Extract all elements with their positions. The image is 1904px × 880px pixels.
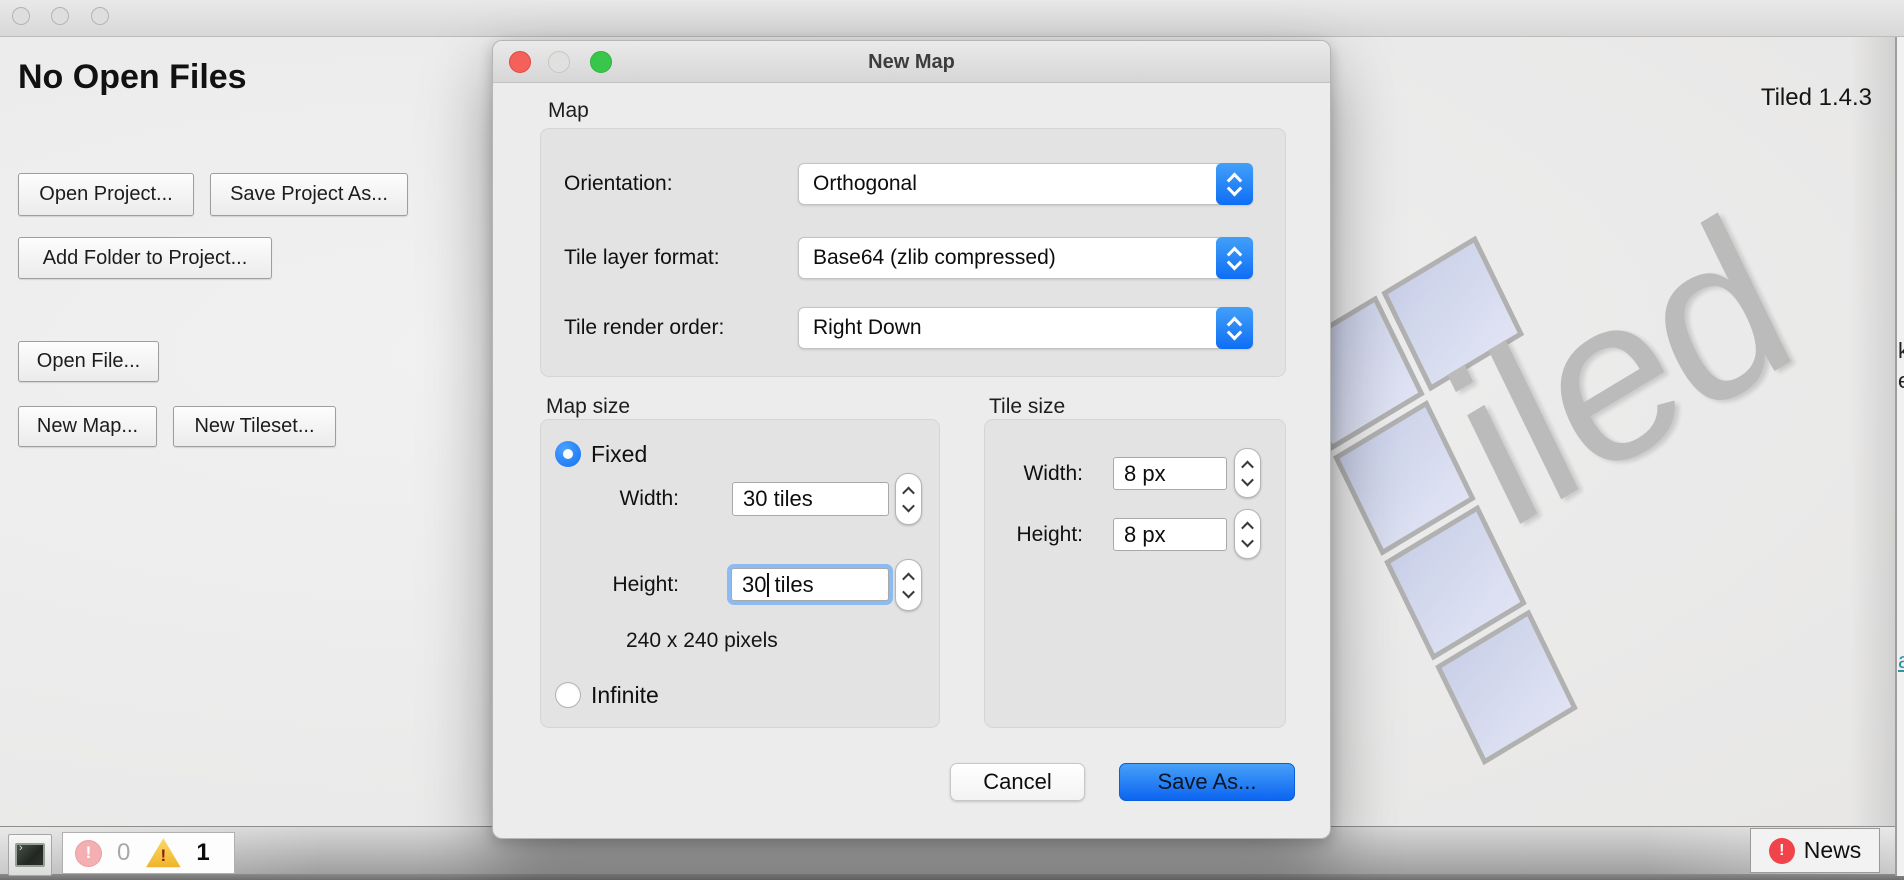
map-pixel-size-text: 240 x 240 pixels (626, 629, 778, 653)
warning-triangle-icon: ! (145, 838, 181, 869)
watermark-text: iled (1423, 182, 1817, 564)
dialog-zoom-icon[interactable] (590, 51, 612, 73)
map-height-focus-ring: 30 tiles (727, 564, 893, 605)
dialog-title: New Map (493, 41, 1330, 83)
warning-count: 1 (196, 839, 209, 867)
dialog-close-icon[interactable] (509, 51, 531, 73)
combo-stepper-icon[interactable] (1216, 163, 1253, 205)
fixed-radio-label: Fixed (591, 441, 647, 468)
new-map-dialog: New Map Map Orientation: Orthogonal Tile… (492, 40, 1331, 839)
add-folder-to-project-button[interactable]: Add Folder to Project... (18, 237, 272, 279)
tile-width-input[interactable]: 8 px (1113, 457, 1227, 490)
tile-render-order-select[interactable]: Right Down (798, 307, 1253, 349)
clipped-link-fragment: a (1898, 648, 1904, 674)
map-height-stepper[interactable] (895, 559, 922, 611)
window-edge-shading (1850, 37, 1896, 826)
combo-stepper-icon[interactable] (1216, 307, 1253, 349)
map-width-input[interactable]: 30 tiles (732, 482, 889, 516)
tile-size-group-label: Tile size (989, 395, 1065, 419)
map-size-group-label: Map size (546, 395, 630, 419)
radio-infinite[interactable] (555, 682, 581, 708)
orientation-label: Orientation: (564, 163, 673, 205)
text-cursor (767, 573, 769, 597)
terminal-icon (15, 843, 45, 867)
tile-height-label: Height: (983, 518, 1083, 551)
new-tileset-button[interactable]: New Tileset... (173, 406, 336, 447)
error-count: 0 (117, 839, 130, 867)
main-window-titlebar (0, 0, 1904, 37)
news-button[interactable]: ! News (1750, 828, 1880, 873)
orientation-select[interactable]: Orthogonal (798, 163, 1253, 205)
tile-height-stepper[interactable] (1234, 509, 1261, 559)
infinite-radio-label: Infinite (591, 682, 659, 709)
stepper-down-icon (902, 499, 915, 512)
save-as-button[interactable]: Save As... (1119, 763, 1295, 801)
clipped-text-fragment: e (1898, 368, 1904, 394)
combo-stepper-icon[interactable] (1216, 237, 1253, 279)
dialog-minimize-icon (548, 51, 570, 73)
stepper-up-icon (902, 486, 915, 499)
issues-counter-panel[interactable]: ! 0 ! 1 (62, 832, 235, 874)
page-title: No Open Files (18, 58, 247, 97)
tile-render-order-label: Tile render order: (564, 307, 724, 349)
stepper-up-icon (1241, 460, 1254, 473)
tiled-app-window: No Open Files Tiled 1.4.3 Open Project..… (0, 0, 1904, 880)
stepper-up-icon (902, 572, 915, 585)
news-alert-badge-icon: ! (1769, 838, 1795, 864)
zoom-window-icon[interactable] (91, 7, 109, 25)
stepper-up-icon (1241, 521, 1254, 534)
open-project-button[interactable]: Open Project... (18, 173, 194, 216)
tile-height-input[interactable]: 8 px (1113, 518, 1227, 551)
new-map-button[interactable]: New Map... (18, 406, 157, 447)
map-height-input[interactable]: 30 tiles (731, 568, 889, 601)
stepper-down-icon (1241, 473, 1254, 486)
tile-layer-format-label: Tile layer format: (564, 237, 720, 279)
map-group-label: Map (548, 99, 589, 123)
clipped-right-panel (1897, 0, 1904, 876)
cancel-button[interactable]: Cancel (950, 763, 1085, 801)
tile-layer-format-select[interactable]: Base64 (zlib compressed) (798, 237, 1253, 279)
dialog-titlebar[interactable]: New Map (493, 41, 1330, 83)
clipped-text-fragment: k (1898, 338, 1904, 364)
stepper-down-icon (902, 585, 915, 598)
error-circle-icon: ! (75, 840, 102, 867)
map-width-stepper[interactable] (895, 473, 922, 525)
save-project-as-button[interactable]: Save Project As... (210, 173, 408, 216)
close-window-icon[interactable] (12, 7, 30, 25)
map-width-label: Width: (553, 482, 679, 516)
map-height-label: Height: (553, 568, 679, 602)
stepper-down-icon (1241, 534, 1254, 547)
news-button-label: News (1804, 837, 1862, 864)
radio-fixed[interactable] (555, 441, 581, 467)
status-bar-bottom-edge (0, 874, 1904, 880)
tile-width-label: Width: (983, 457, 1083, 490)
tile-width-stepper[interactable] (1234, 448, 1261, 498)
console-toggle-button[interactable] (8, 834, 52, 876)
open-file-button[interactable]: Open File... (18, 341, 159, 382)
minimize-window-icon[interactable] (51, 7, 69, 25)
